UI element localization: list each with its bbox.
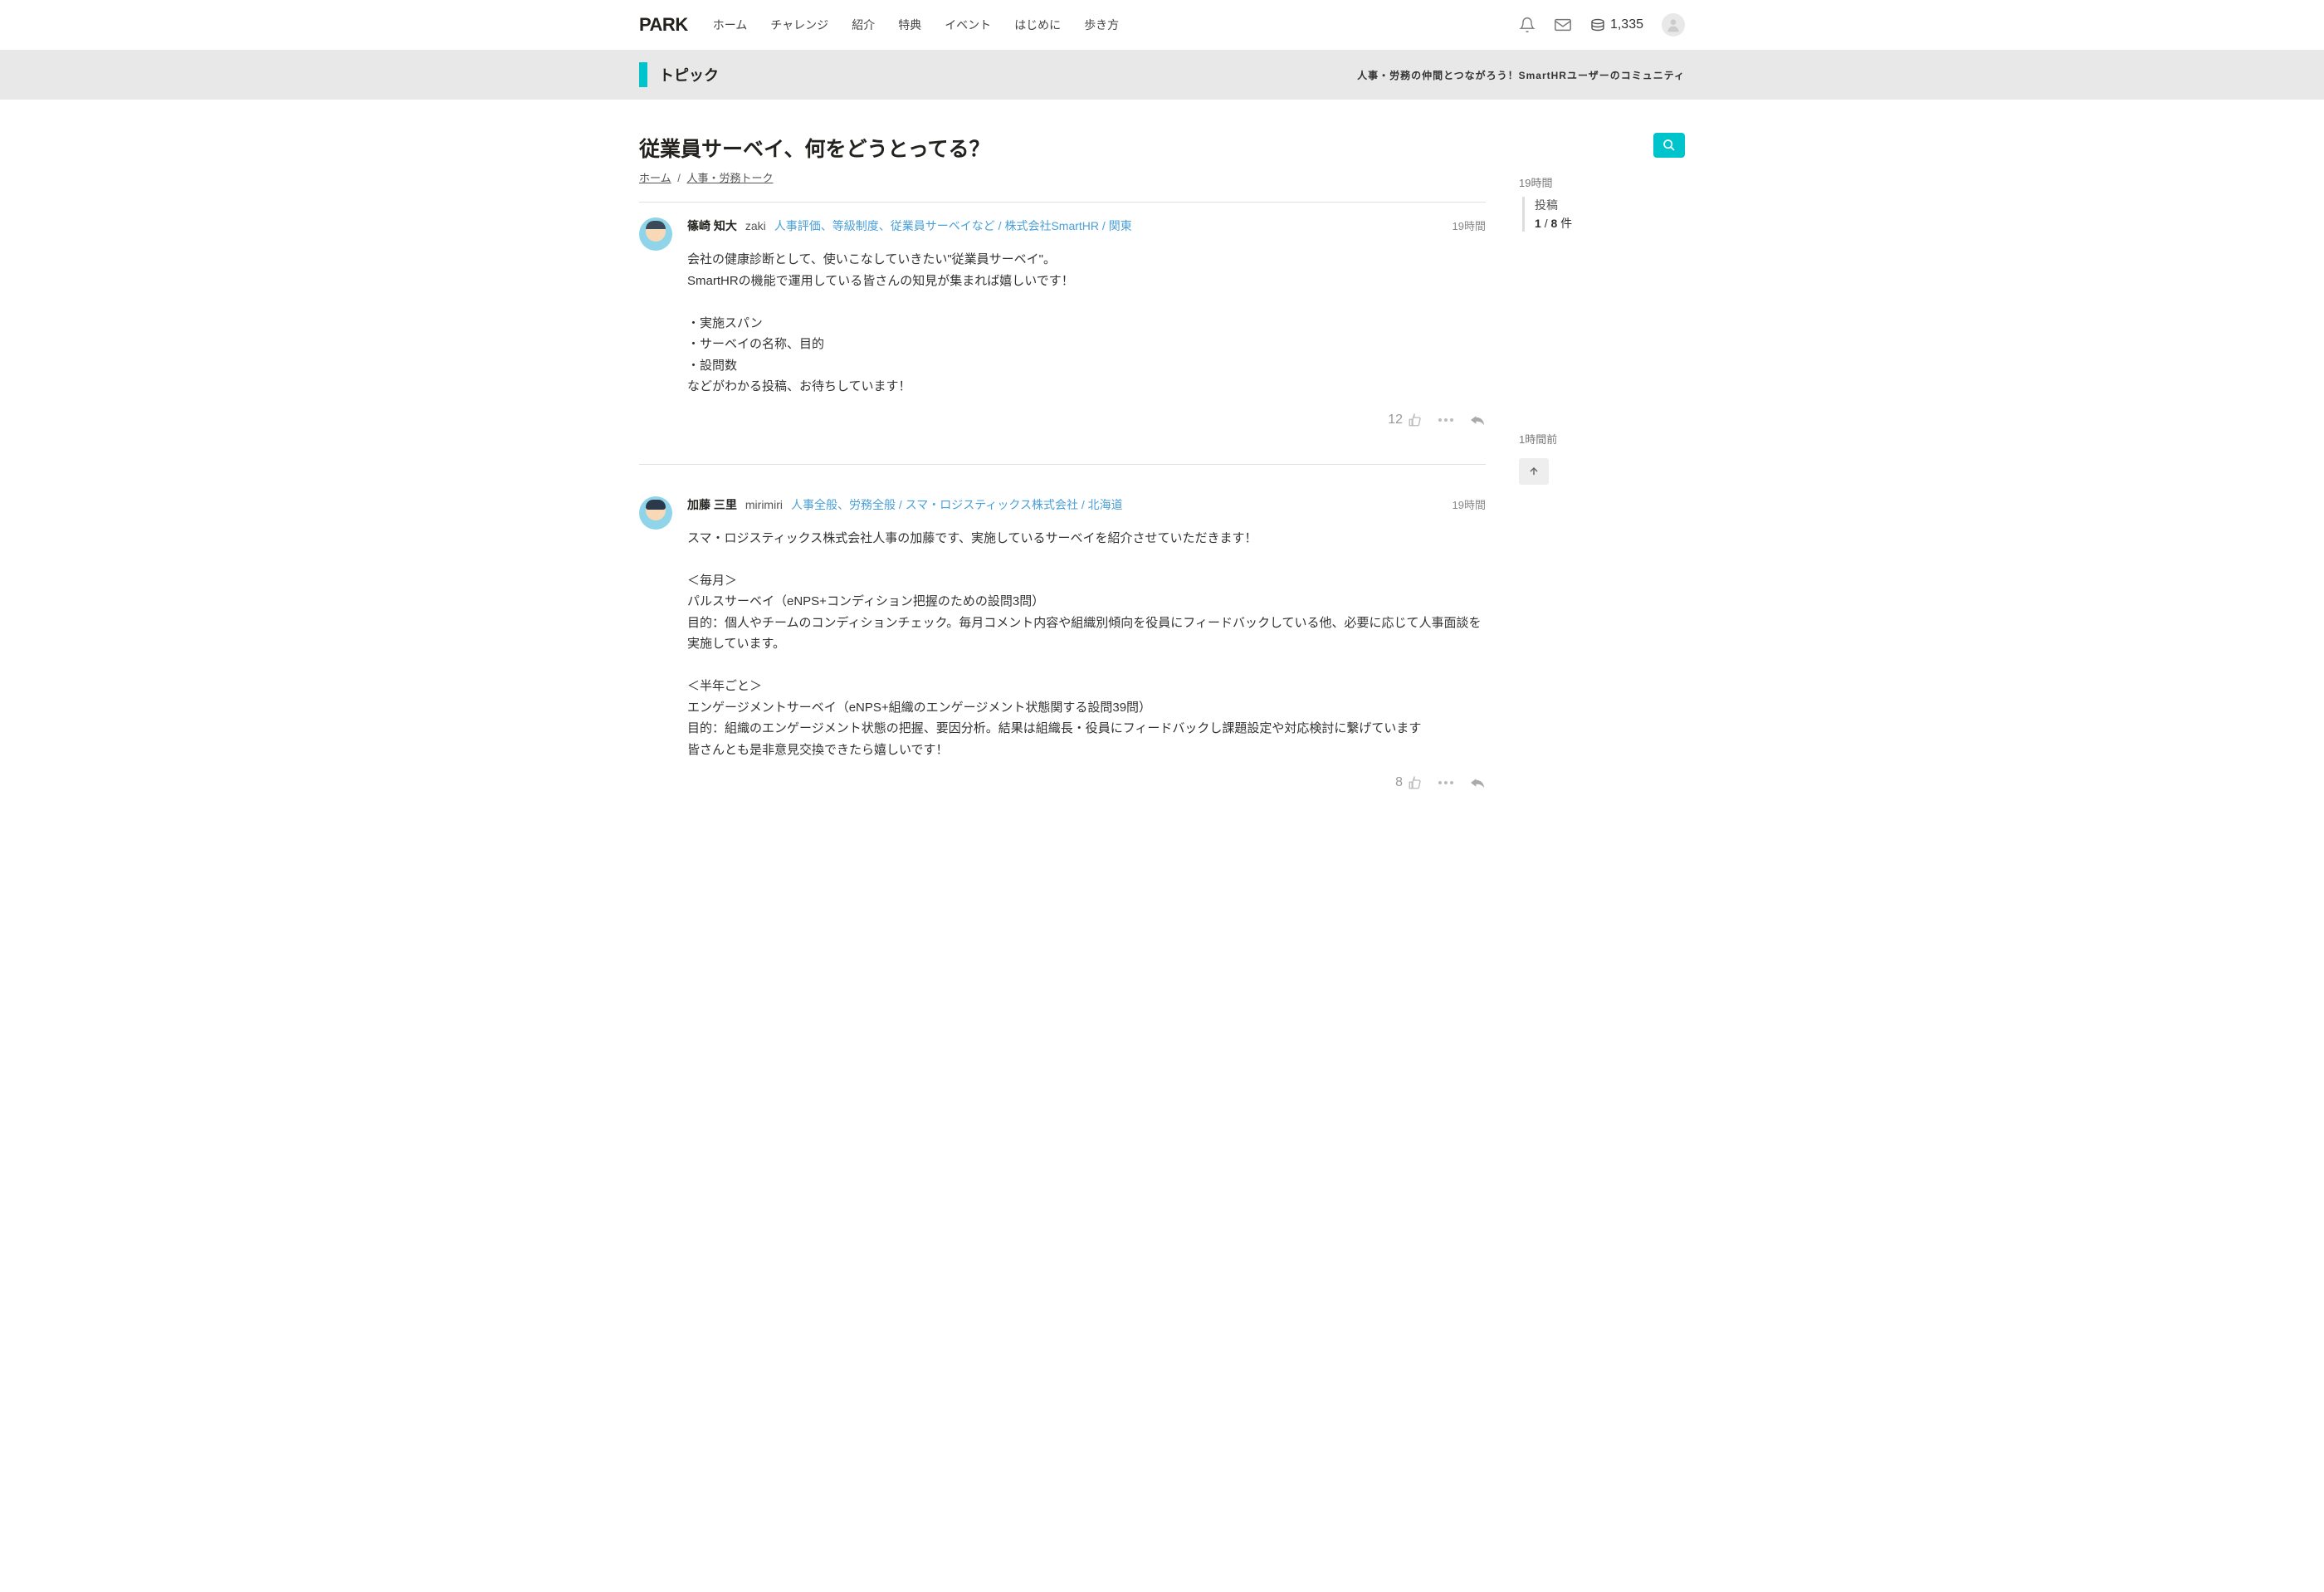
- post-actions: 8: [687, 775, 1486, 790]
- points-value: 1,335: [1610, 17, 1643, 32]
- post: 加藤 三里 mirimiri 人事全般、労務全般 / スマ・ロジスティックス株式…: [639, 481, 1486, 811]
- search-button[interactable]: [1653, 133, 1685, 158]
- timeline-count: 1 / 8 件: [1535, 215, 1685, 232]
- post-time: 19時間: [1452, 217, 1486, 233]
- dots-icon: [1438, 418, 1454, 422]
- scroll-top-button[interactable]: [1519, 458, 1549, 485]
- thumbs-up-icon: [1408, 775, 1423, 790]
- post-author-meta: 人事評価、等級制度、従業員サーベイなど / 株式会社SmartHR / 関東: [774, 217, 1132, 234]
- more-button[interactable]: [1438, 780, 1454, 785]
- page-title: 従業員サーベイ、何をどうとってる？: [639, 133, 1486, 163]
- breadcrumb-sep: /: [677, 172, 681, 184]
- like-count-value: 8: [1395, 775, 1403, 790]
- nav-events[interactable]: イベント: [945, 17, 991, 33]
- breadcrumb: ホーム / 人事・労務トーク: [639, 169, 1486, 185]
- reply-icon: [1469, 776, 1486, 789]
- breadcrumb-home[interactable]: ホーム: [639, 172, 671, 184]
- post-avatar[interactable]: [639, 496, 672, 530]
- timeline-bottom-time[interactable]: 1時間前: [1519, 431, 1685, 447]
- post-author-meta: 人事全般、労務全般 / スマ・ロジスティックス株式会社 / 北海道: [791, 496, 1123, 513]
- post-body: 会社の健康診断として、使いこなしていきたい"従業員サーベイ"。 SmartHRの…: [687, 249, 1486, 398]
- reply-button[interactable]: [1469, 776, 1486, 789]
- post-actions: 12: [687, 413, 1486, 427]
- coins-icon: [1590, 18, 1605, 32]
- mail-icon[interactable]: [1554, 17, 1572, 33]
- user-avatar[interactable]: [1662, 13, 1685, 37]
- nav-challenge[interactable]: チャレンジ: [770, 17, 828, 33]
- post-avatar[interactable]: [639, 217, 672, 251]
- dots-icon: [1438, 780, 1454, 785]
- post-author-name[interactable]: 篠崎 知大: [687, 217, 737, 234]
- timeline: 19時間 投稿 1 / 8 件 1時間前: [1519, 174, 1685, 485]
- like-button[interactable]: 8: [1395, 775, 1423, 790]
- more-button[interactable]: [1438, 418, 1454, 422]
- nav-intro[interactable]: 紹介: [852, 17, 875, 33]
- nav-rewards[interactable]: 特典: [898, 17, 921, 33]
- timeline-label: 投稿: [1535, 197, 1685, 213]
- header-right: 1,335: [1519, 13, 1685, 37]
- post: 篠崎 知大 zaki 人事評価、等級制度、従業員サーベイなど / 株式会社Sma…: [639, 203, 1486, 447]
- nav-guide[interactable]: 歩き方: [1084, 17, 1119, 33]
- post-author-nick: mirimiri: [745, 498, 783, 511]
- subheader-title: トピック: [659, 64, 719, 85]
- like-button[interactable]: 12: [1388, 413, 1423, 427]
- logo[interactable]: PARK: [639, 14, 688, 36]
- main-nav: ホーム チャレンジ 紹介 特典 イベント はじめに 歩き方: [713, 17, 1519, 33]
- post-time: 19時間: [1452, 496, 1486, 512]
- sidebar: 19時間 投稿 1 / 8 件 1時間前: [1519, 133, 1685, 810]
- post-body: スマ・ロジスティックス株式会社人事の加藤です、実施しているサーベイを紹介させてい…: [687, 528, 1486, 761]
- timeline-progress[interactable]: 投稿 1 / 8 件: [1522, 197, 1685, 232]
- nav-getting-started[interactable]: はじめに: [1014, 17, 1061, 33]
- nav-home[interactable]: ホーム: [713, 17, 748, 33]
- subheader: トピック 人事・労務の仲間とつながろう！SmartHRユーザーのコミュニティ: [0, 50, 2324, 100]
- post-author-nick: zaki: [745, 219, 766, 232]
- points-display[interactable]: 1,335: [1590, 17, 1643, 32]
- subheader-tagline: 人事・労務の仲間とつながろう！SmartHRユーザーのコミュニティ: [1357, 68, 1685, 82]
- breadcrumb-category[interactable]: 人事・労務トーク: [687, 172, 774, 184]
- thumbs-up-icon: [1408, 413, 1423, 427]
- accent-bar: [639, 62, 647, 87]
- main-content: 従業員サーベイ、何をどうとってる？ ホーム / 人事・労務トーク 篠崎 知大 z…: [639, 133, 1486, 810]
- reply-button[interactable]: [1469, 413, 1486, 427]
- arrow-up-icon: [1528, 466, 1540, 477]
- bell-icon[interactable]: [1519, 17, 1536, 33]
- like-count-value: 12: [1388, 413, 1403, 427]
- reply-icon: [1469, 413, 1486, 427]
- post-author-name[interactable]: 加藤 三里: [687, 496, 737, 513]
- search-icon: [1662, 139, 1676, 152]
- post-divider: [639, 464, 1486, 465]
- header: PARK ホーム チャレンジ 紹介 特典 イベント はじめに 歩き方 1,335: [606, 0, 1718, 50]
- timeline-top-time[interactable]: 19時間: [1519, 174, 1685, 190]
